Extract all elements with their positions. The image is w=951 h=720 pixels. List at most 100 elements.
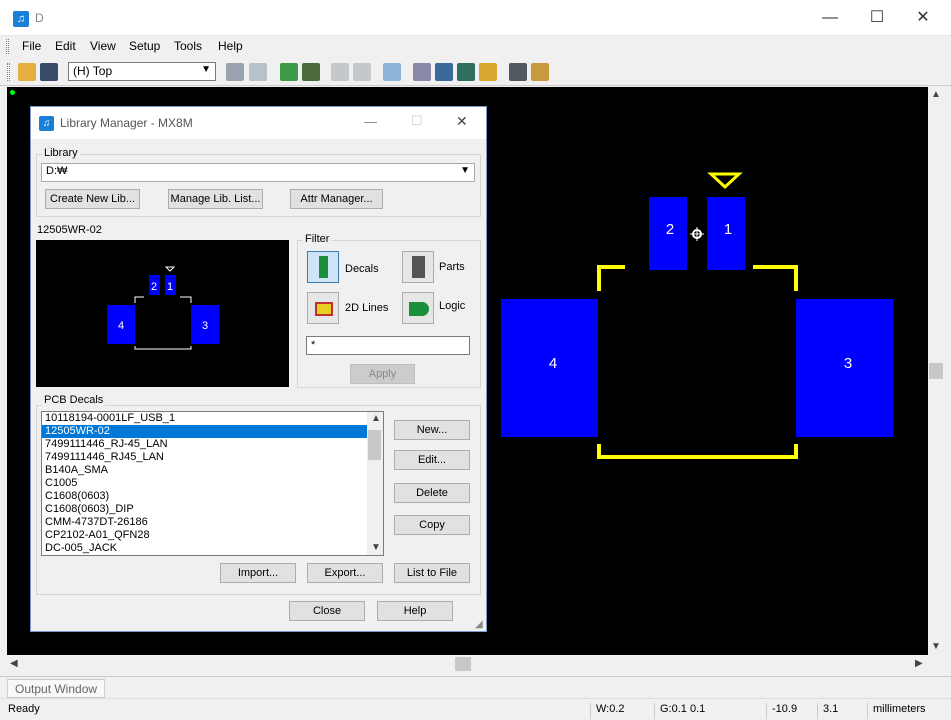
undo-icon[interactable] <box>331 63 349 81</box>
select-icon[interactable] <box>457 63 475 81</box>
menu-view[interactable]: View <box>90 39 116 53</box>
pin1-marker <box>707 172 743 190</box>
decal-list-scrollbar[interactable]: ▲ ▼ <box>367 412 383 555</box>
decal-list-item[interactable]: CP2102-A01_QFN28 <box>42 529 383 542</box>
status-bar: Ready W:0.2 G:0.1 0.1 -10.9 3.1 millimet… <box>0 698 951 720</box>
scroll-down-icon[interactable]: ▼ <box>931 641 941 652</box>
silkscreen-bottom <box>597 444 798 459</box>
open-icon[interactable] <box>18 63 36 81</box>
report-icon[interactable] <box>509 63 527 81</box>
dialog-close-button[interactable]: ✕ <box>456 113 468 130</box>
menu-setup[interactable]: Setup <box>129 39 160 53</box>
parts-filter-button[interactable] <box>402 251 434 283</box>
dialog-title-bar: ♫ Library Manager - MX8M — ☐ ✕ <box>31 107 486 139</box>
scroll-up-icon[interactable]: ▲ <box>931 89 941 100</box>
preview-footprint: 2 1 4 3 <box>107 266 219 350</box>
chevron-down-icon: ▼ <box>460 165 470 176</box>
minimize-button[interactable]: — <box>815 8 845 28</box>
route-icon[interactable] <box>280 63 298 81</box>
canvas-vertical-scrollbar[interactable]: ▲ ▼ <box>928 87 944 655</box>
layer-select-value: (H) Top <box>73 64 113 78</box>
window-title: D <box>35 11 44 25</box>
zoom-icon[interactable] <box>383 63 401 81</box>
decal-list-item[interactable]: DC-005_JACK <box>42 542 383 555</box>
dialog-minimize-button[interactable]: — <box>364 114 377 129</box>
decal-list-item[interactable]: 7499111446_RJ45_LAN <box>42 451 383 464</box>
refresh-icon[interactable] <box>249 63 267 81</box>
library-path-select[interactable]: D:₩ ▼ <box>41 163 475 182</box>
delete-decal-button[interactable]: Delete <box>394 483 470 503</box>
list-scroll-up-icon[interactable]: ▲ <box>371 413 381 424</box>
attr-manager-button[interactable]: Attr Manager... <box>290 189 383 209</box>
save-icon[interactable] <box>40 63 58 81</box>
pad-1-label: 1 <box>724 221 732 238</box>
export-button[interactable]: Export... <box>307 563 383 583</box>
menu-help[interactable]: Help <box>218 39 243 53</box>
decal-list-item[interactable]: C1005 <box>42 477 383 490</box>
decals-filter-button[interactable] <box>307 251 339 283</box>
decals-icon <box>319 256 328 278</box>
wand-icon[interactable] <box>479 63 497 81</box>
output-tab-bar: Output Window <box>0 676 951 698</box>
logic-filter-button[interactable] <box>402 292 434 324</box>
list-to-file-button[interactable]: List to File <box>394 563 470 583</box>
board-icon[interactable] <box>302 63 320 81</box>
list-scroll-down-icon[interactable]: ▼ <box>371 542 381 553</box>
library-manager-dialog: ♫ Library Manager - MX8M — ☐ ✕ Library D… <box>30 106 487 632</box>
decal-list-item[interactable]: 12505WR-02 <box>42 425 383 438</box>
list-scroll-thumb[interactable] <box>368 430 381 460</box>
status-units: millimeters <box>867 703 947 719</box>
maximize-button[interactable]: ☐ <box>862 8 892 28</box>
hscroll-thumb[interactable] <box>455 657 471 671</box>
menu-grip <box>6 39 9 54</box>
scroll-left-icon[interactable]: ◀ <box>10 658 18 669</box>
create-new-lib-button[interactable]: Create New Lib... <box>45 189 140 209</box>
preview-pad-2-label: 2 <box>151 281 157 293</box>
pad-3-label: 3 <box>844 355 852 372</box>
import-button[interactable]: Import... <box>220 563 296 583</box>
scroll-right-icon[interactable]: ▶ <box>915 658 923 669</box>
filter-pattern-input[interactable]: * <box>306 336 470 355</box>
resize-grip-icon[interactable]: ◢ <box>475 619 483 630</box>
silkscreen-corner-tl <box>597 265 625 291</box>
apply-button[interactable]: Apply <box>350 364 415 384</box>
measure-icon[interactable] <box>413 63 431 81</box>
status-ready: Ready <box>8 703 40 715</box>
edit-decal-button[interactable]: Edit... <box>394 450 470 470</box>
decal-list[interactable]: 10118194-0001LF_USB_1 12505WR-02 749911144… <box>41 411 384 556</box>
decal-list-item[interactable]: C1608(0603) <box>42 490 383 503</box>
decal-list-item[interactable]: CMM-4737DT-26186 <box>42 516 383 529</box>
new-decal-button[interactable]: New... <box>394 420 470 440</box>
preview-pad-4-label: 4 <box>118 320 124 332</box>
pad-2-label: 2 <box>666 221 674 238</box>
redo-icon[interactable] <box>353 63 371 81</box>
lines2d-filter-button[interactable] <box>307 292 339 324</box>
preview-title: 12505WR-02 <box>37 224 102 236</box>
menu-edit[interactable]: Edit <box>55 39 76 53</box>
window-icon[interactable] <box>531 63 549 81</box>
status-x: -10.9 <box>766 703 816 719</box>
output-window-tab[interactable]: Output Window <box>7 679 106 698</box>
decal-list-item[interactable]: 10118194-0001LF_USB_1 <box>42 412 383 425</box>
vscroll-thumb[interactable] <box>929 363 943 379</box>
layer-select[interactable]: (H) Top ▼ <box>68 62 216 81</box>
copy-decal-button[interactable]: Copy <box>394 515 470 535</box>
help-dialog-button[interactable]: Help <box>377 601 453 621</box>
menu-tools[interactable]: Tools <box>174 39 202 53</box>
lines2d-icon <box>315 302 333 316</box>
find-icon[interactable] <box>435 63 453 81</box>
properties-icon[interactable] <box>226 63 244 81</box>
menu-file[interactable]: File <box>22 39 41 53</box>
close-dialog-button[interactable]: Close <box>289 601 365 621</box>
close-button[interactable]: ✕ <box>908 8 938 28</box>
dialog-app-icon: ♫ <box>39 116 54 131</box>
decal-list-item[interactable]: C1608(0603)_DIP <box>42 503 383 516</box>
decal-list-item[interactable]: B140A_SMA <box>42 464 383 477</box>
manage-lib-list-button[interactable]: Manage Lib. List... <box>168 189 263 209</box>
status-grid: G:0.1 0.1 <box>654 703 764 719</box>
dialog-maximize-button[interactable]: ☐ <box>411 113 423 129</box>
canvas-horizontal-scrollbar[interactable]: ◀ ▶ <box>7 656 928 672</box>
decals-filter-label: Decals <box>345 263 379 275</box>
logic-icon <box>409 302 429 316</box>
decal-list-item[interactable]: 7499111446_RJ-45_LAN <box>42 438 383 451</box>
